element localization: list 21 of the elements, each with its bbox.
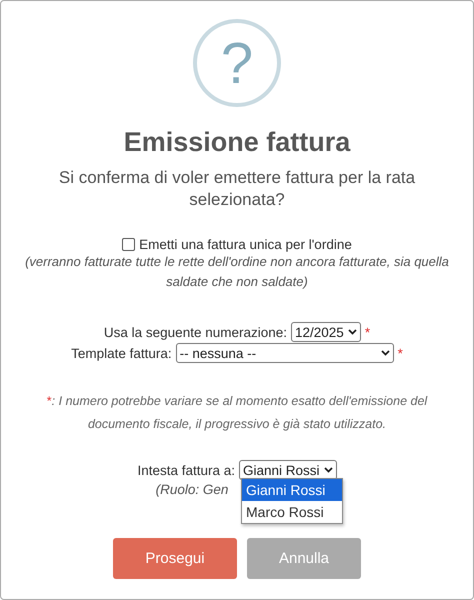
caret-icon xyxy=(324,467,333,473)
footnote-text: *: I numero potrebbe variare se al momento esatto dell'emissione del documento fiscale, il progressivo è già stato utilizzato. xyxy=(46,393,428,433)
select-field[interactable]: 12/2025 xyxy=(291,322,361,342)
dialog-title: Emissione fattura xyxy=(122,127,352,158)
confirm-question: Si conferma di voler emettere fattura per la rata selezionata? xyxy=(58,167,416,211)
note-text: (verranno fatturate tutte le rette dell'ordine non ancora fatturate, sia quella saldate che non saldate) xyxy=(24,253,450,291)
checkbox-label: Emetti una fattura unica per l'ordine xyxy=(139,237,352,252)
field-label: Template fattura: xyxy=(71,346,172,360)
caret-icon xyxy=(380,350,390,356)
field-label: Usa la seguente numerazione: xyxy=(104,324,288,340)
required-mark: * xyxy=(398,346,403,360)
dropdown-option[interactable]: Gianni Rossi xyxy=(242,479,342,501)
dropdown-option[interactable]: Marco Rossi xyxy=(242,501,342,523)
question-icon: ? xyxy=(193,19,281,107)
caret-icon xyxy=(348,329,357,335)
role-note: (Ruolo: Gen xyxy=(156,482,228,497)
checkbox[interactable] xyxy=(122,238,136,251)
select-field[interactable]: Gianni Rossi xyxy=(239,460,337,480)
field-label: Intesta fattura a: xyxy=(137,462,236,478)
select-field[interactable]: -- nessuna -- xyxy=(176,343,394,363)
required-mark: * xyxy=(364,324,370,340)
